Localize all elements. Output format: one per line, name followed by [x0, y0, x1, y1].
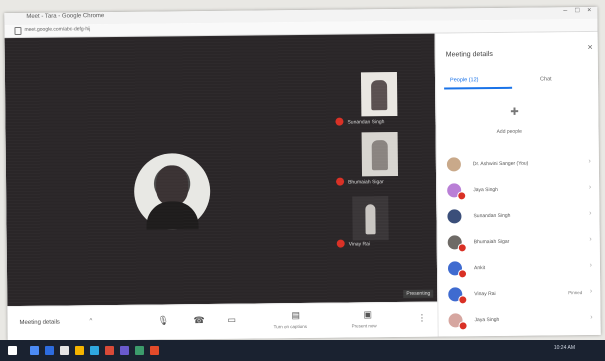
main-speaker-avatar — [133, 152, 211, 230]
participant-name: Vinay Rai — [474, 290, 496, 298]
chevron-right-icon[interactable]: › — [589, 236, 591, 243]
chevron-right-icon[interactable]: › — [590, 262, 592, 269]
participant-row[interactable]: Jaya Singh › — [445, 180, 595, 202]
taskbar-app-icon[interactable] — [75, 346, 84, 355]
chevron-right-icon[interactable]: › — [589, 210, 591, 217]
participant-name: Bhumaiah Sigar — [473, 238, 510, 246]
camera-icon[interactable]: ▭ — [227, 315, 236, 326]
participant-row[interactable]: Sunandan Singh › — [445, 206, 595, 228]
taskbar-app-icon[interactable] — [45, 346, 54, 355]
taskbar-app-icon[interactable] — [135, 346, 144, 355]
tab-people[interactable]: People (12) — [450, 77, 478, 83]
participant-name: Dr. Ashwini Sanger (You) — [472, 160, 529, 168]
participant-name: Ankit — [473, 265, 486, 272]
side-panel: Meeting details × People (12) Chat ✚ Add… — [434, 31, 601, 337]
mic-off-icon — [336, 239, 345, 248]
video-stage: Sunandan Singh Bhumaiah Sigar Vinay Rai … — [4, 33, 438, 307]
avatar — [447, 209, 462, 224]
more-vert-icon[interactable]: ⋮ — [417, 313, 426, 324]
chevron-up-icon[interactable]: ^ — [89, 318, 92, 324]
participant-row[interactable]: Ankit › — [446, 258, 596, 280]
add-people-button[interactable]: Add people — [497, 129, 522, 135]
participant-name: Jaya Singh — [473, 186, 498, 194]
participant-row[interactable]: Vinay Rai Pinned › — [446, 284, 596, 306]
chevron-right-icon[interactable]: › — [589, 184, 591, 191]
call-controls-bar: Meeting details ^ 🎙 ☎ ▭ ▤ Turn on captio… — [7, 301, 438, 342]
panel-heading: Meeting details — [445, 51, 493, 59]
participant-row[interactable]: Bhumaiah Sigar › — [446, 232, 596, 254]
speaker-body — [146, 201, 199, 230]
chevron-right-icon[interactable]: › — [590, 314, 592, 321]
mic-off-icon — [458, 321, 468, 331]
captions-button[interactable]: Turn on captions — [274, 324, 307, 329]
lock-icon — [14, 26, 22, 36]
participant-name: Sunandan Singh — [473, 212, 511, 220]
presenting-chip: Presenting — [403, 289, 434, 298]
participant-name: Jaya Singh — [474, 316, 500, 324]
close-icon[interactable]: × — [587, 42, 592, 52]
taskbar-app-icon[interactable] — [90, 346, 99, 355]
url-text[interactable]: meet.google.com/abc-defg-hij — [24, 26, 90, 33]
present-button[interactable]: Present now — [352, 323, 377, 328]
mic-off-icon — [457, 191, 467, 201]
tab-underline — [444, 86, 513, 90]
participant-row[interactable]: Dr. Ashwini Sanger (You) › — [445, 154, 595, 176]
tile-label: Vinay Rai — [348, 241, 371, 248]
taskbar: 10:24 AM — [0, 340, 605, 361]
mic-off-icon — [335, 117, 344, 126]
mic-off-icon — [458, 269, 468, 279]
close-window-button[interactable]: × — [587, 7, 591, 14]
microphone-icon[interactable]: 🎙 — [157, 315, 169, 326]
add-person-icon[interactable]: ✚ — [510, 107, 519, 118]
tile-label: Sunandan Singh — [347, 119, 385, 126]
taskbar-app-icon[interactable] — [30, 346, 39, 355]
tab-chat[interactable]: Chat — [540, 76, 552, 82]
meeting-details-button[interactable]: Meeting details — [20, 320, 60, 326]
window-title: Meet - Tara - Google Chrome — [26, 13, 105, 20]
taskbar-app-icon[interactable] — [120, 346, 129, 355]
participant-tag: Pinned — [568, 290, 583, 296]
participant-tile[interactable] — [361, 132, 399, 177]
taskbar-app-icon[interactable] — [150, 346, 159, 355]
mic-off-icon — [458, 295, 468, 305]
minimize-button[interactable]: – — [563, 7, 567, 14]
taskbar-clock: 10:24 AM — [553, 345, 575, 351]
taskbar-app-icon[interactable] — [105, 346, 114, 355]
mic-off-icon — [336, 177, 345, 186]
phone-hangup-icon[interactable]: ☎ — [193, 315, 204, 326]
present-icon[interactable]: ▣ — [363, 309, 372, 320]
chevron-right-icon[interactable]: › — [590, 288, 592, 295]
speaker-face — [155, 165, 189, 206]
avatar — [446, 157, 461, 172]
participant-tile[interactable] — [360, 72, 398, 117]
taskbar-app-icon[interactable] — [60, 346, 69, 355]
captions-icon[interactable]: ▤ — [291, 310, 300, 321]
browser-window: Meet - Tara - Google Chrome – □ × meet.g… — [4, 6, 601, 342]
mic-off-icon — [457, 243, 467, 253]
start-icon[interactable] — [8, 346, 17, 355]
participant-tile[interactable] — [352, 196, 389, 241]
chevron-right-icon[interactable]: › — [589, 158, 591, 165]
tile-label: Bhumaiah Sigar — [348, 179, 384, 186]
participant-row[interactable]: Jaya Singh › — [446, 310, 596, 332]
maximize-button[interactable]: □ — [575, 7, 579, 14]
